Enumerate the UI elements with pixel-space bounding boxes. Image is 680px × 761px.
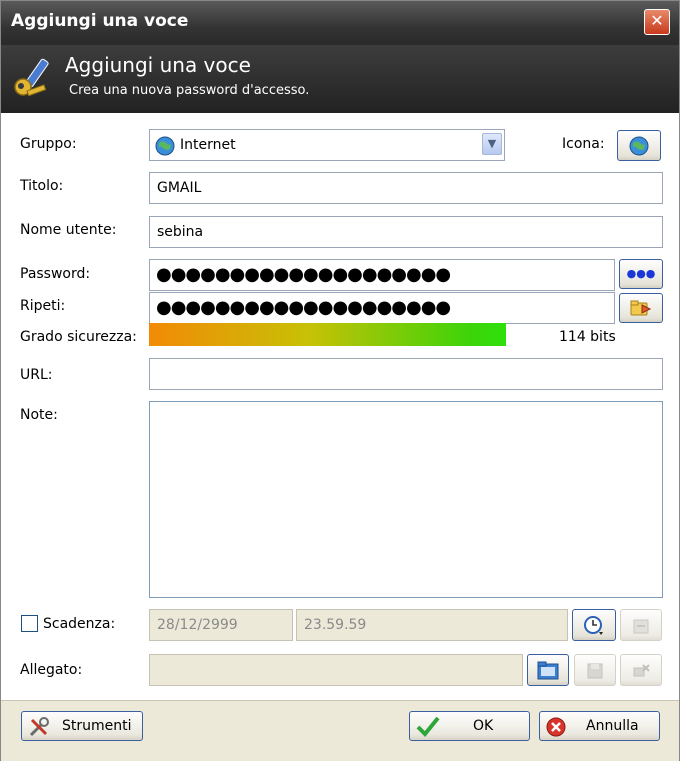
strength-meter-fill (149, 323, 506, 346)
url-label: URL: (20, 367, 53, 383)
group-value: Internet (180, 137, 236, 153)
attach-file-button[interactable] (527, 654, 569, 686)
expiry-label[interactable]: Scadenza: (43, 616, 115, 632)
save-attachment-button[interactable] (574, 654, 616, 686)
remove-attachment-icon (633, 664, 650, 677)
checkmark-icon (416, 716, 440, 737)
url-field[interactable] (149, 358, 663, 390)
delete-attachment-button[interactable] (620, 654, 662, 686)
ok-button-label: OK (473, 718, 494, 734)
title-bar[interactable]: Aggiungi una voce ✕ (1, 1, 679, 45)
attachment-field[interactable] (149, 654, 523, 686)
ok-button[interactable]: OK (409, 711, 530, 741)
expiry-checkbox[interactable] (21, 615, 38, 632)
title-field[interactable]: GMAIL (149, 172, 663, 204)
chevron-down-icon[interactable]: ▼ (482, 133, 502, 155)
password-generator-icon (630, 300, 652, 316)
group-dropdown[interactable]: Internet ▼ (149, 129, 505, 161)
globe-icon (155, 136, 175, 156)
banner-title: Aggiungi una voce (65, 53, 251, 77)
close-button[interactable]: ✕ (644, 9, 670, 35)
tools-button-label: Strumenti (62, 718, 132, 734)
icon-label: Icona: (562, 136, 605, 152)
open-folder-icon (537, 661, 559, 680)
cancel-button[interactable]: Annulla (539, 711, 660, 741)
cancel-button-label: Annulla (586, 718, 639, 734)
expiry-extra-button[interactable] (620, 609, 662, 641)
key-pencil-icon (14, 58, 49, 97)
dialog-banner: Aggiungi una voce Crea una nuova passwor… (1, 45, 679, 113)
repeat-password-field[interactable]: ●●●●●●●●●●●●●●●●●●●● (149, 292, 615, 324)
expiry-date-field[interactable]: 28/12/2999 (149, 609, 293, 641)
banner-subtitle: Crea una nuova password d'accesso. (69, 83, 310, 98)
notes-label: Note: (20, 407, 58, 423)
window-title: Aggiungi una voce (11, 11, 189, 31)
tools-icon (29, 717, 49, 737)
calendar-icon (633, 619, 649, 634)
password-label: Password: (20, 266, 91, 282)
strength-bits-text: 114 bits (559, 329, 616, 345)
globe-icon (629, 136, 649, 156)
notes-textarea[interactable] (149, 401, 663, 598)
expiry-presets-button[interactable] (572, 609, 616, 641)
tools-button[interactable]: Strumenti (21, 711, 143, 741)
title-label: Titolo: (20, 178, 64, 194)
generate-password-button[interactable] (619, 293, 663, 323)
password-field[interactable]: ●●●●●●●●●●●●●●●●●●●● (149, 259, 615, 291)
group-label: Gruppo: (20, 136, 77, 152)
strength-label: Grado sicurezza: (20, 329, 137, 345)
reveal-password-button[interactable]: ●●● (619, 259, 663, 289)
clock-icon (584, 616, 603, 635)
attachment-label: Allegato: (20, 662, 83, 678)
icon-picker-button[interactable] (617, 130, 661, 161)
repeat-label: Ripeti: (20, 298, 66, 314)
username-label: Nome utente: (20, 222, 117, 238)
username-field[interactable]: sebina (149, 216, 663, 248)
disk-icon (587, 663, 603, 679)
expiry-time-field[interactable]: 23.59.59 (296, 609, 568, 641)
cancel-icon (546, 717, 566, 737)
add-entry-dialog: Aggiungi una voce ✕ Aggiungi una voce Cr… (0, 0, 680, 761)
